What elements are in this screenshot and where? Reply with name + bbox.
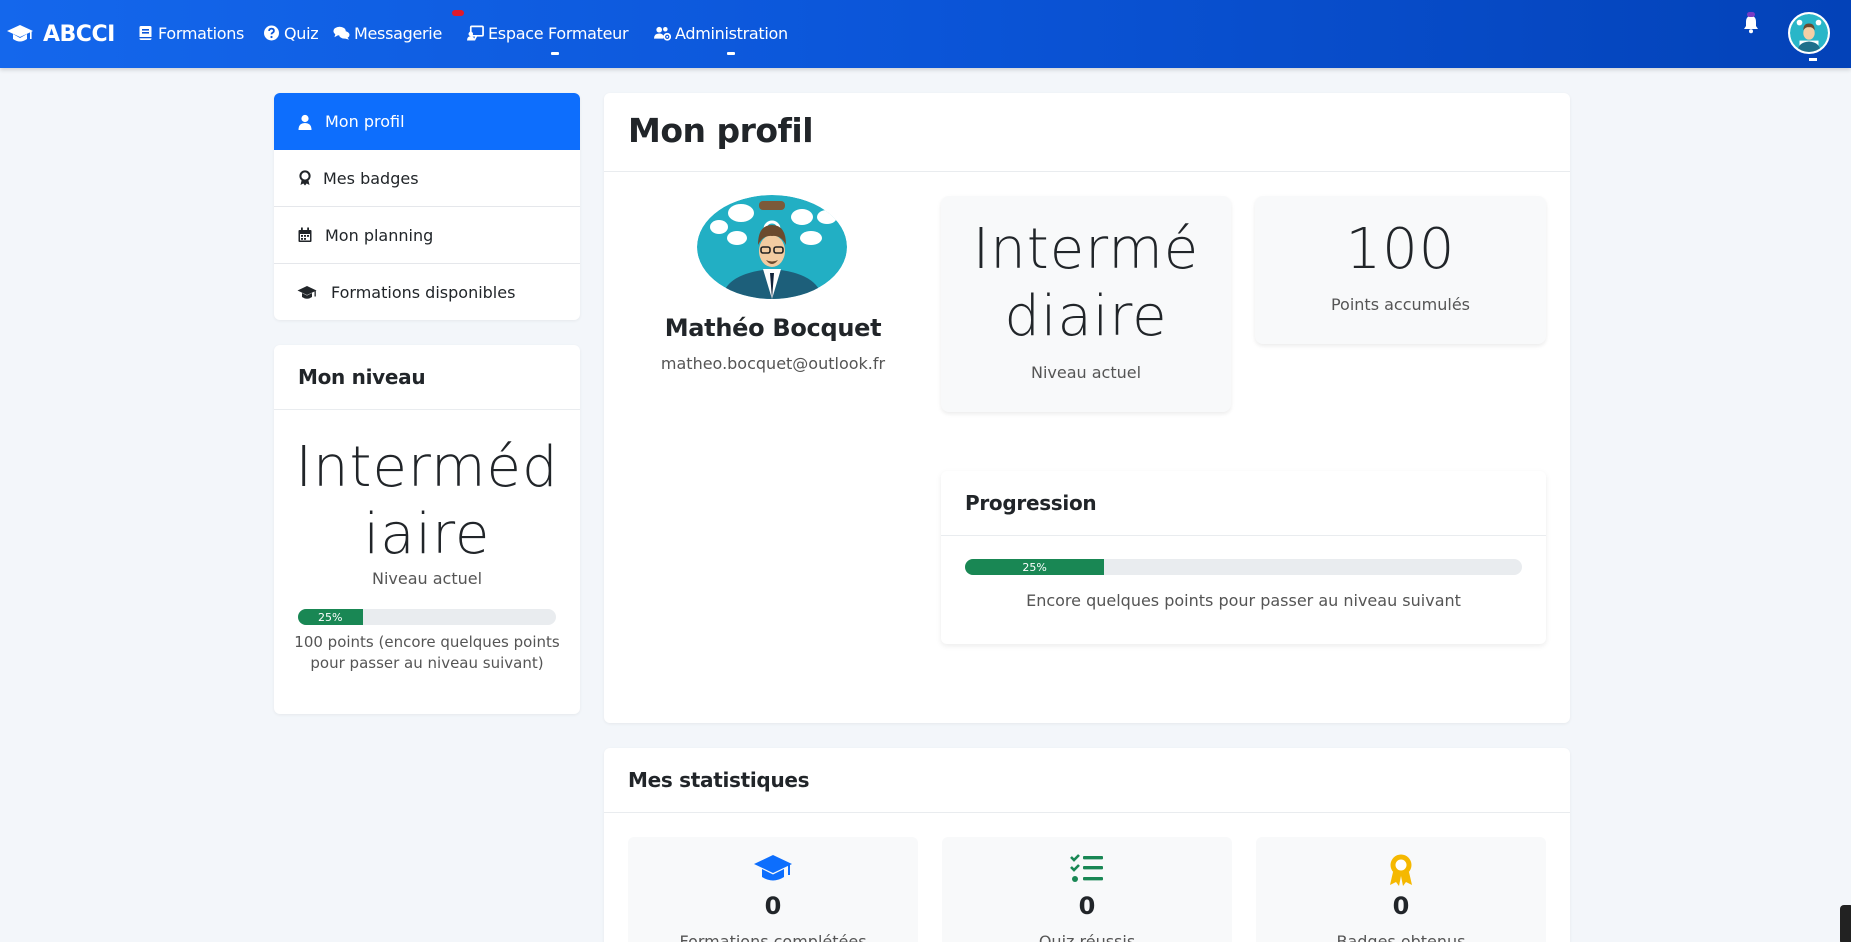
sidebar-item-mon-planning[interactable]: Mon planning	[274, 207, 580, 264]
statistics-header: Mes statistiques	[604, 748, 1570, 813]
current-level-box: Intermé diaire Niveau actuel	[941, 196, 1231, 412]
stat-label: Badges obtenus	[1336, 932, 1466, 942]
nav-administration-label: Administration	[675, 23, 788, 43]
users-cog-icon	[654, 26, 671, 41]
calendar-icon	[298, 227, 312, 242]
points-note-line-2: pour passer au niveau suivant)	[310, 654, 544, 672]
profile-card-header: Mon profil	[604, 93, 1570, 172]
level-card-header: Mon niveau	[274, 345, 580, 410]
profile-sidebar-menu: Mon profil Mes badges Mon planning Forma…	[274, 93, 580, 320]
points-box: 100 Points accumulés	[1255, 196, 1546, 344]
dropdown-indicator	[727, 52, 735, 55]
stat-value: 0	[764, 892, 782, 920]
stat-label: Formations complétées	[679, 932, 867, 942]
profile-card: Mon profil Mathéo Bocquet matheo.bocquet…	[604, 93, 1570, 723]
question-circle-icon	[264, 25, 279, 41]
progression-note: Encore quelques points pour passer au ni…	[1026, 591, 1461, 610]
progression-fill: 25%	[965, 559, 1105, 575]
nav-espace-formateur-label: Espace Formateur	[488, 23, 629, 43]
graduation-cap-icon	[7, 25, 33, 42]
current-level-line-2: iaire	[363, 502, 491, 567]
progression-title: Progression	[965, 491, 1097, 515]
sidebar-item-label: Mon profil	[325, 112, 405, 131]
points-note-line-1: 100 points (encore quelques points	[294, 633, 560, 651]
stat-label: Quiz réussis	[1038, 932, 1136, 942]
current-level-line-2: diaire	[1004, 284, 1168, 349]
stat-value: 0	[1392, 892, 1410, 920]
stat-value: 0	[1078, 892, 1096, 920]
nav-formations-label: Formations	[158, 23, 245, 43]
level-card-title: Mon niveau	[298, 365, 426, 389]
comments-icon	[333, 26, 350, 40]
award-icon	[1390, 854, 1412, 886]
user-icon	[298, 114, 312, 130]
sidebar-item-label: Formations disponibles	[331, 283, 516, 302]
notification-dot	[1747, 12, 1755, 17]
stat-formations-completed: 0 Formations complétées	[628, 837, 918, 942]
nav-messagerie-label: Messagerie	[354, 23, 442, 43]
user-avatar-button[interactable]	[1788, 12, 1830, 54]
level-caption: Niveau actuel	[371, 569, 483, 588]
nav-formations[interactable]: Formations	[137, 20, 244, 46]
brand-link[interactable]: ABCCI	[6, 19, 115, 49]
user-name: Mathéo Bocquet	[664, 314, 882, 342]
book-icon	[139, 26, 152, 40]
checklist-icon	[1070, 854, 1103, 882]
top-navbar: ABCCI Formations Quiz Messagerie Espace …	[0, 0, 1851, 68]
bell-icon[interactable]	[1742, 14, 1760, 34]
statistics-title: Mes statistiques	[628, 768, 810, 792]
dropdown-indicator	[551, 52, 559, 55]
sidebar-item-formations-disponibles[interactable]: Formations disponibles	[274, 264, 580, 320]
level-caption: Niveau actuel	[1030, 363, 1142, 382]
progression-card: Progression 25% Encore quelques points p…	[941, 471, 1546, 644]
progression-header: Progression	[941, 471, 1546, 536]
profile-avatar	[697, 195, 847, 299]
level-card: Mon niveau Interméd iaire Niveau actuel …	[274, 345, 580, 714]
chalkboard-teacher-icon	[467, 25, 484, 41]
user-email: matheo.bocquet@outlook.fr	[660, 354, 886, 373]
floating-widget-handle[interactable]	[1840, 905, 1851, 942]
brand-name: ABCCI	[43, 21, 115, 47]
nav-administration[interactable]: Administration	[654, 20, 788, 55]
current-level-line-1: Intermé	[972, 217, 1200, 282]
points-caption: Points accumulés	[1330, 295, 1471, 314]
progression-bar: 25%	[965, 559, 1522, 575]
nav-espace-formateur[interactable]: Espace Formateur	[467, 20, 629, 55]
nav-quiz[interactable]: Quiz	[263, 20, 319, 46]
message-notification-badge	[452, 10, 464, 16]
statistics-card: Mes statistiques 0 Formations complétées…	[604, 748, 1570, 942]
graduation-cap-icon	[754, 855, 792, 881]
current-level-line-1: Interméd	[295, 435, 559, 500]
sidebar-item-label: Mon planning	[325, 225, 434, 245]
award-icon	[299, 170, 311, 186]
level-progress-bar: 25%	[298, 609, 556, 625]
graduation-cap-icon	[297, 285, 317, 299]
points-value: 100	[1345, 217, 1456, 282]
developer-avatar-image	[697, 195, 847, 299]
nav-quiz-label: Quiz	[284, 23, 319, 43]
sidebar-item-mes-badges[interactable]: Mes badges	[274, 150, 580, 207]
sidebar-item-mon-profil[interactable]: Mon profil	[274, 93, 580, 150]
stat-badges-earned: 0 Badges obtenus	[1256, 837, 1546, 942]
dropdown-indicator	[1809, 58, 1817, 61]
level-progress-fill: 25%	[298, 609, 363, 625]
stat-quiz-passed: 0 Quiz réussis	[942, 837, 1232, 942]
sidebar-item-label: Mes badges	[323, 168, 419, 188]
avatar	[1790, 14, 1828, 52]
page-title: Mon profil	[628, 111, 814, 150]
nav-messagerie[interactable]: Messagerie	[333, 20, 442, 46]
